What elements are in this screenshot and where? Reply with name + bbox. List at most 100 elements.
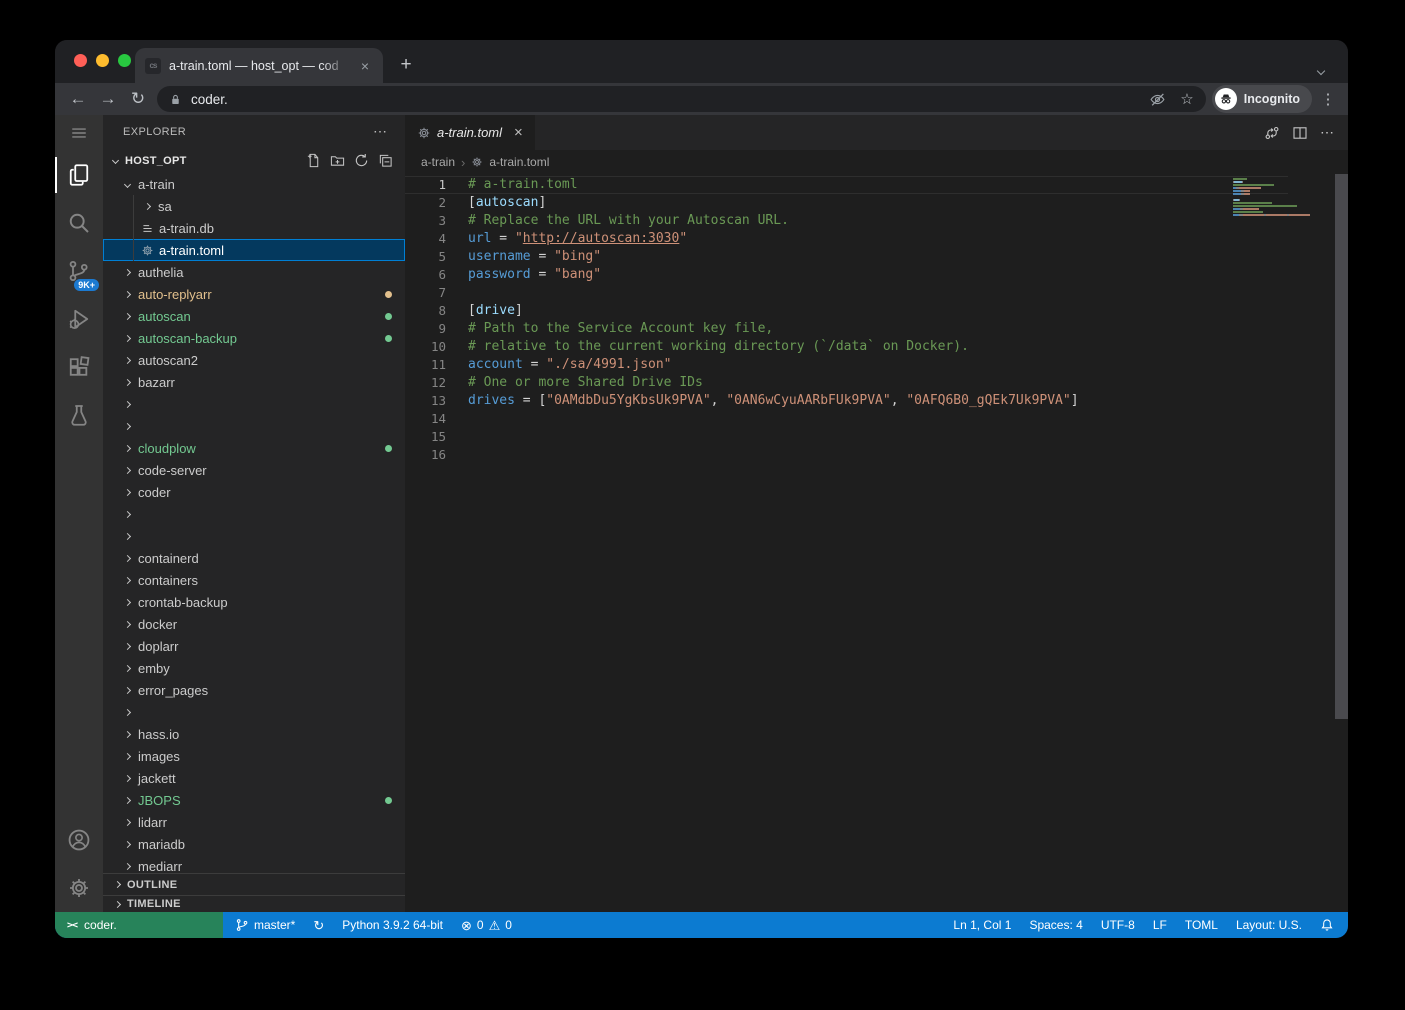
problems-status[interactable]: ⊗ 0 ⚠ 0 bbox=[461, 918, 512, 932]
browser-menu-icon[interactable]: ⋮ bbox=[1316, 90, 1340, 108]
tree-item[interactable]: containerd bbox=[103, 547, 405, 569]
tree-item[interactable]: mediarr bbox=[103, 855, 405, 873]
fullscreen-window-button[interactable] bbox=[118, 54, 131, 67]
code-token: "0AMdbDu5YgKbsUk9PVA" bbox=[546, 393, 710, 408]
cursor-position-status[interactable]: Ln 1, Col 1 bbox=[953, 918, 1011, 932]
search-activity-icon[interactable] bbox=[55, 199, 103, 247]
source-control-activity-icon[interactable]: 9K+ bbox=[55, 247, 103, 295]
encoding-status[interactable]: UTF-8 bbox=[1101, 918, 1135, 932]
language-mode-status[interactable]: TOML bbox=[1185, 918, 1218, 932]
code-token: drives bbox=[468, 393, 515, 408]
extensions-activity-icon[interactable] bbox=[55, 343, 103, 391]
minimap[interactable] bbox=[1233, 178, 1310, 226]
keyboard-layout-status[interactable]: Layout: U.S. bbox=[1236, 918, 1302, 932]
tree-item[interactable]: JBOPS bbox=[103, 789, 405, 811]
tree-item[interactable]: autoscan2 bbox=[103, 349, 405, 371]
tree-item[interactable]: a-train.toml bbox=[103, 239, 405, 261]
tree-item[interactable]: docker bbox=[103, 613, 405, 635]
tree-item[interactable]: containers bbox=[103, 569, 405, 591]
editor-tab-close-icon[interactable]: × bbox=[514, 124, 523, 141]
tree-item[interactable]: jackett bbox=[103, 767, 405, 789]
code-token: # Path to the Service Account key file, bbox=[468, 321, 773, 336]
breadcrumb-file[interactable]: a-train.toml bbox=[489, 155, 549, 169]
tree-item[interactable]: sa bbox=[103, 195, 405, 217]
browser-toolbar: ← → ↻ coder. ☆ Incognito ⋮ bbox=[55, 83, 1348, 115]
open-changes-icon[interactable] bbox=[1264, 125, 1280, 141]
tree-item[interactable]: mariadb bbox=[103, 833, 405, 855]
new-file-icon[interactable] bbox=[306, 153, 321, 168]
tree-item[interactable] bbox=[103, 701, 405, 723]
close-window-button[interactable] bbox=[74, 54, 87, 67]
tree-item[interactable]: auto-replyarr bbox=[103, 283, 405, 305]
timeline-section-header[interactable]: TIMELINE bbox=[103, 895, 405, 912]
back-button[interactable]: ← bbox=[63, 85, 93, 113]
code-line: 16 bbox=[405, 446, 1288, 464]
editor-scrollbar[interactable] bbox=[1335, 174, 1348, 719]
forward-button[interactable]: → bbox=[93, 85, 123, 113]
bookmark-star-icon[interactable]: ☆ bbox=[1180, 90, 1193, 108]
folder-chevron-icon bbox=[119, 176, 135, 192]
minimize-window-button[interactable] bbox=[96, 54, 109, 67]
tree-item[interactable]: autoscan bbox=[103, 305, 405, 327]
tree-item[interactable]: images bbox=[103, 745, 405, 767]
tree-item[interactable]: doplarr bbox=[103, 635, 405, 657]
sync-icon[interactable]: ↻ bbox=[313, 919, 324, 932]
code-line: 11 account = "./sa/4991.json" bbox=[405, 356, 1288, 374]
tab-search-chevron-icon[interactable] bbox=[1318, 61, 1328, 71]
reload-button[interactable]: ↻ bbox=[123, 85, 153, 113]
tree-item[interactable]: error_pages bbox=[103, 679, 405, 701]
tree-item[interactable]: crontab-backup bbox=[103, 591, 405, 613]
tree-item[interactable]: emby bbox=[103, 657, 405, 679]
address-bar[interactable]: coder. ☆ bbox=[157, 86, 1206, 112]
menu-hamburger-icon[interactable] bbox=[55, 115, 103, 151]
collapse-folders-icon[interactable] bbox=[378, 153, 393, 168]
toml-gear-file-icon bbox=[417, 126, 431, 140]
tree-item[interactable]: a-train bbox=[103, 173, 405, 195]
tree-item[interactable] bbox=[103, 393, 405, 415]
outline-section-header[interactable]: OUTLINE bbox=[103, 873, 405, 895]
tree-item[interactable]: hass.io bbox=[103, 723, 405, 745]
workspace-name: HOST_OPT bbox=[125, 155, 187, 167]
tree-item[interactable]: coder bbox=[103, 481, 405, 503]
folder-chevron-icon bbox=[119, 572, 135, 588]
tree-item[interactable] bbox=[103, 503, 405, 525]
account-icon[interactable] bbox=[55, 816, 103, 864]
new-folder-icon[interactable] bbox=[330, 153, 345, 168]
split-editor-icon[interactable] bbox=[1292, 125, 1308, 141]
code-text: # relative to the current working direct… bbox=[468, 338, 969, 356]
breadcrumb-folder[interactable]: a-train bbox=[421, 155, 455, 169]
explorer-more-actions-icon[interactable]: ⋯ bbox=[373, 123, 387, 140]
folder-chevron-icon bbox=[119, 308, 135, 324]
notifications-bell-icon[interactable] bbox=[1320, 918, 1334, 932]
refresh-explorer-icon[interactable] bbox=[354, 153, 369, 168]
code-editor[interactable]: 1 # a-train.toml 2 [autoscan] 3 # bbox=[405, 174, 1348, 912]
tree-item[interactable]: authelia bbox=[103, 261, 405, 283]
code-text: url = "http://autoscan:3030" bbox=[468, 230, 687, 248]
tree-item[interactable]: bazarr bbox=[103, 371, 405, 393]
settings-gear-icon[interactable] bbox=[55, 864, 103, 912]
tree-item[interactable]: code-server bbox=[103, 459, 405, 481]
browser-tab[interactable]: cs a-train.toml — host_opt — cod × bbox=[135, 48, 383, 83]
run-debug-activity-icon[interactable] bbox=[55, 295, 103, 343]
workspace-section-header[interactable]: HOST_OPT bbox=[103, 148, 405, 173]
tree-item[interactable]: autoscan-backup bbox=[103, 327, 405, 349]
eye-off-tracking-icon[interactable] bbox=[1149, 91, 1166, 108]
line-number: 15 bbox=[405, 428, 446, 446]
tree-item[interactable] bbox=[103, 525, 405, 547]
editor-more-actions-icon[interactable]: ⋯ bbox=[1320, 124, 1334, 141]
tree-item[interactable]: cloudplow bbox=[103, 437, 405, 459]
new-tab-button[interactable]: + bbox=[391, 50, 421, 80]
tree-item[interactable]: a-train.db bbox=[103, 217, 405, 239]
python-interpreter-status[interactable]: Python 3.9.2 64-bit bbox=[342, 918, 443, 932]
code-text: # One or more Shared Drive IDs bbox=[468, 374, 703, 392]
tree-item[interactable] bbox=[103, 415, 405, 437]
tab-close-icon[interactable]: × bbox=[357, 58, 373, 74]
remote-indicator[interactable]: >< coder. bbox=[55, 912, 223, 938]
editor-tab[interactable]: a-train.toml × bbox=[405, 115, 535, 150]
eol-status[interactable]: LF bbox=[1153, 918, 1167, 932]
explorer-activity-icon[interactable] bbox=[55, 151, 103, 199]
git-branch-status[interactable]: master* bbox=[235, 918, 295, 932]
testing-activity-icon[interactable] bbox=[55, 391, 103, 439]
tree-item[interactable]: lidarr bbox=[103, 811, 405, 833]
indentation-status[interactable]: Spaces: 4 bbox=[1029, 918, 1082, 932]
